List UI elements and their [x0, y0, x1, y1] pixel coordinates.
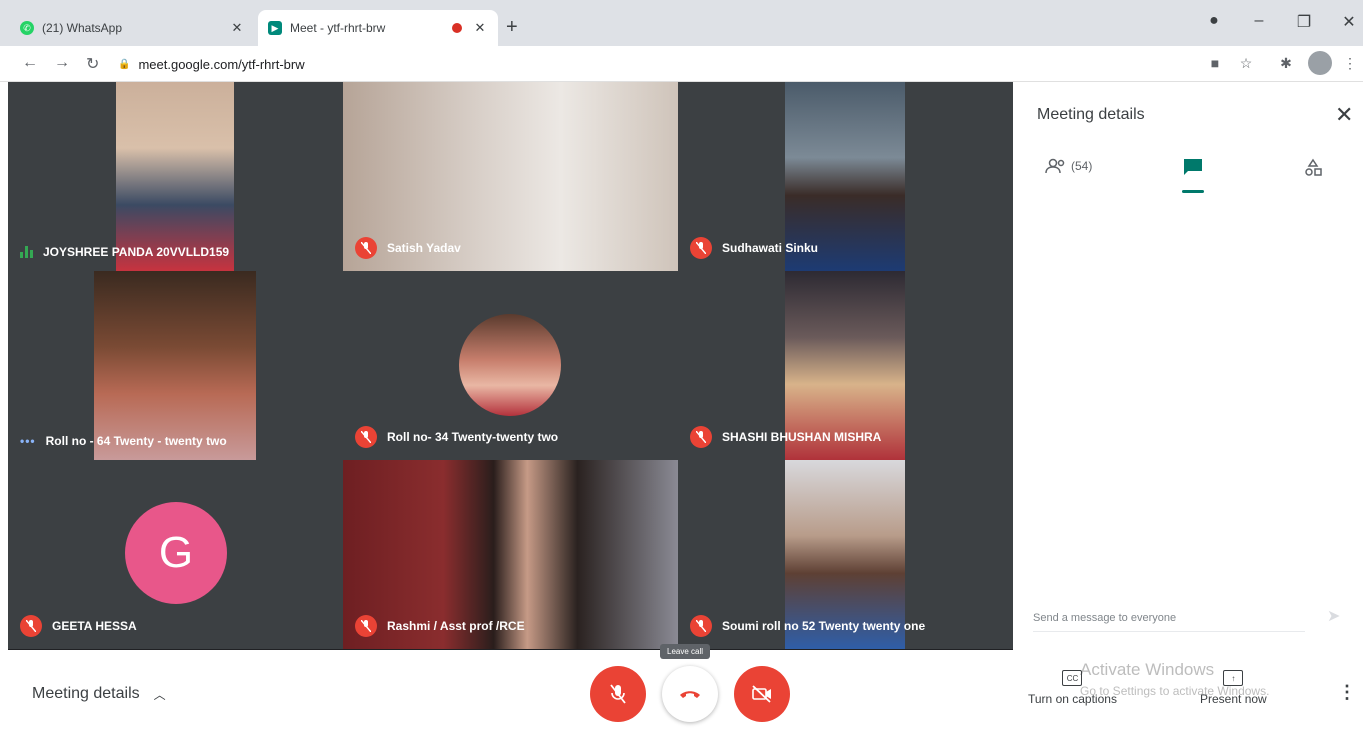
participant-name: Soumi roll no 52 Twenty twenty one [722, 619, 926, 633]
mic-off-icon [690, 615, 712, 637]
participant-tile[interactable]: SHASHI BHUSHAN MISHRA [678, 271, 1013, 460]
camera-indicator-icon[interactable]: ■ [1206, 55, 1224, 71]
mic-toggle-button[interactable] [590, 666, 646, 722]
present-label: Present now [1200, 692, 1267, 706]
reload-icon[interactable]: ↻ [86, 54, 99, 74]
close-tab-icon[interactable]: ✕ [472, 20, 488, 36]
participant-tile[interactable]: Sudhawati Sinku [678, 82, 1013, 271]
back-icon[interactable]: ← [22, 54, 38, 72]
participant-name: Sudhawati Sinku [722, 241, 819, 255]
meeting-details-button[interactable]: Meeting details ︿ [32, 685, 166, 703]
participant-video [94, 271, 256, 460]
tab-title: (21) WhatsApp [42, 21, 123, 35]
forward-icon[interactable]: → [54, 54, 70, 72]
close-tab-icon[interactable]: ✕ [229, 20, 245, 36]
close-window-icon[interactable]: ✕ [1337, 12, 1361, 32]
present-icon: ↑ [1223, 670, 1244, 686]
google-meet-icon: ▶ [268, 21, 282, 35]
lock-icon: 🔒 [118, 58, 131, 70]
present-now-button[interactable]: ↑ Present now [1200, 670, 1267, 706]
participant-video [116, 82, 234, 271]
participant-name: GEETA HESSA [52, 619, 137, 633]
tab-title: Meet - ytf-rhrt-brw [290, 21, 386, 35]
meeting-details-label: Meeting details [32, 685, 140, 702]
people-count: (54) [1071, 159, 1093, 173]
more-options-icon[interactable]: ⋮ [1338, 682, 1356, 703]
close-icon[interactable]: ✕ [1335, 102, 1353, 128]
participant-photo [459, 314, 561, 416]
chrome-menu-icon[interactable]: ⋮ [1341, 55, 1359, 72]
participant-tile[interactable]: Rashmi / Asst prof /RCE [343, 460, 678, 649]
tab-people[interactable]: (54) [1045, 158, 1092, 174]
active-tab-indicator [1182, 190, 1204, 193]
shapes-icon [1305, 158, 1322, 176]
participant-name: SHASHI BHUSHAN MISHRA [722, 430, 882, 444]
tab-meet[interactable]: ▶ Meet - ytf-rhrt-brw ✕ [258, 10, 498, 46]
video-grid: JOYSHREE PANDA 20VVLLD159 Satish Yadav S… [8, 82, 1013, 650]
captions-icon: CC [1062, 670, 1083, 686]
recording-indicator-icon [452, 23, 462, 33]
participant-tile[interactable]: Soumi roll no 52 Twenty twenty one [678, 460, 1013, 649]
panel-title: Meeting details [1037, 106, 1145, 123]
more-dots-icon: ••• [20, 434, 36, 448]
participant-tile[interactable]: Roll no- 34 Twenty-twenty two [343, 271, 678, 460]
profile-dot-icon[interactable]: ● [1202, 12, 1226, 30]
chat-message-input[interactable]: Send a message to everyone [1033, 608, 1305, 632]
extensions-icon[interactable]: ✱ [1277, 55, 1295, 72]
captions-button[interactable]: CC Turn on captions [1028, 670, 1117, 706]
restore-icon[interactable]: ❐ [1292, 12, 1316, 32]
hang-up-icon [680, 691, 700, 698]
participant-name: Rashmi / Asst prof /RCE [387, 619, 525, 633]
participant-name: Satish Yadav [387, 241, 461, 255]
send-icon[interactable]: ➤ [1327, 606, 1340, 626]
address-bar: ← → ↻ 🔒 meet.google.com/ytf-rhrt-brw ■ ☆… [0, 46, 1363, 82]
participant-tile[interactable]: ••• Roll no - 64 Twenty - twenty two [8, 271, 343, 460]
minimize-icon[interactable]: – [1247, 12, 1271, 30]
leave-call-tooltip: Leave call [660, 644, 711, 659]
browser-tab-strip: ✆ (21) WhatsApp ✕ ▶ Meet - ytf-rhrt-brw … [0, 0, 1363, 46]
camera-toggle-button[interactable] [734, 666, 790, 722]
participant-tile[interactable]: Satish Yadav [343, 82, 678, 271]
chevron-up-icon: ︿ [153, 687, 166, 702]
mic-off-icon [355, 237, 377, 259]
participant-name: JOYSHREE PANDA 20VVLLD159 [43, 245, 230, 259]
tab-whatsapp[interactable]: ✆ (21) WhatsApp ✕ [10, 10, 255, 46]
mic-off-icon [20, 615, 42, 637]
mic-off-icon [690, 237, 712, 259]
camera-off-icon [752, 685, 771, 703]
bottom-control-bar: Meeting details ︿ Leave call Activate Wi… [0, 644, 1363, 729]
url-field[interactable]: 🔒 meet.google.com/ytf-rhrt-brw [118, 52, 1188, 76]
people-icon [1045, 158, 1065, 174]
mic-off-icon [355, 426, 377, 448]
participant-tile[interactable]: JOYSHREE PANDA 20VVLLD159 [8, 82, 343, 271]
participant-name: Roll no- 34 Twenty-twenty two [387, 430, 559, 444]
participant-name: Roll no - 64 Twenty - twenty two [45, 434, 227, 448]
mic-off-icon [355, 615, 377, 637]
speaking-indicator-icon [20, 246, 33, 258]
captions-label: Turn on captions [1028, 692, 1117, 706]
tab-activities[interactable] [1303, 158, 1323, 178]
url-text: meet.google.com/ytf-rhrt-brw [138, 56, 305, 72]
new-tab-icon[interactable]: + [506, 16, 518, 39]
tab-chat[interactable] [1183, 158, 1203, 176]
whatsapp-icon: ✆ [20, 21, 34, 35]
bookmark-star-icon[interactable]: ☆ [1237, 55, 1255, 72]
meeting-details-panel: Meeting details ✕ (54) Send a message to… [1017, 82, 1363, 657]
mic-off-icon [690, 426, 712, 448]
participant-tile[interactable]: G GEETA HESSA [8, 460, 343, 649]
chat-icon [1184, 159, 1202, 175]
avatar: G [125, 502, 227, 604]
leave-call-button[interactable] [662, 666, 718, 722]
mic-off-icon [610, 684, 626, 704]
avatar[interactable] [1308, 51, 1332, 75]
